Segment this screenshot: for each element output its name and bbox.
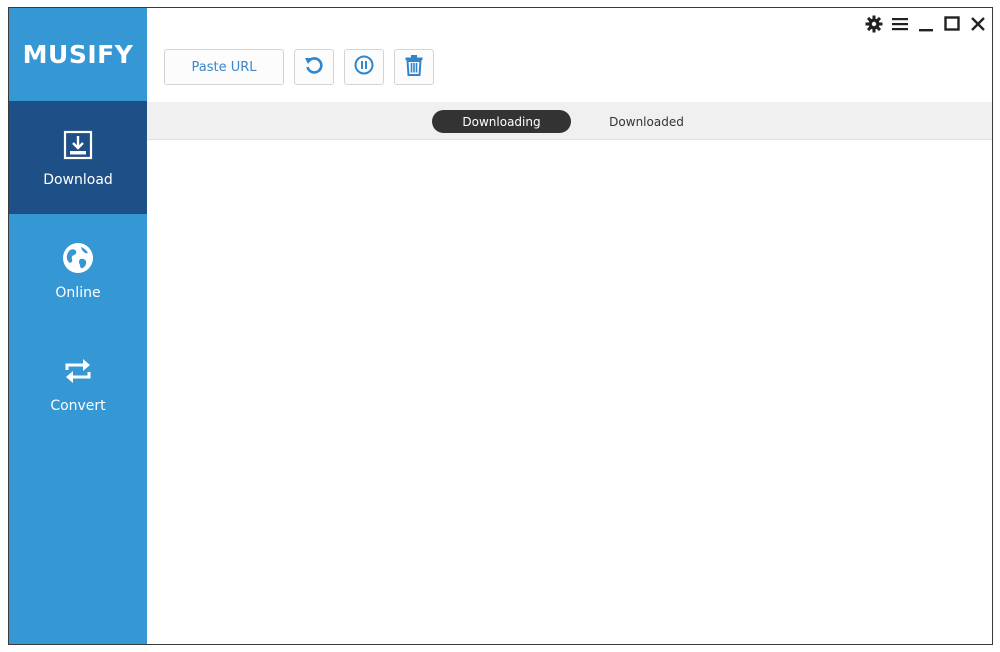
download-list-area <box>147 141 992 644</box>
delete-button[interactable] <box>394 49 434 85</box>
sidebar: MUSIFY Download Online Convert <box>9 8 147 644</box>
app-logo: MUSIFY <box>22 40 134 69</box>
gear-icon[interactable] <box>864 14 884 34</box>
refresh-icon <box>303 54 325 81</box>
sidebar-item-label: Convert <box>50 397 106 414</box>
pause-icon <box>353 54 375 81</box>
trash-icon <box>404 54 424 81</box>
sidebar-item-label: Download <box>43 171 113 188</box>
close-icon[interactable] <box>968 14 988 34</box>
convert-icon <box>61 354 95 388</box>
minimize-icon[interactable] <box>916 14 936 34</box>
download-icon <box>61 128 95 162</box>
sidebar-item-online[interactable]: Online <box>9 214 147 327</box>
refresh-button[interactable] <box>294 49 334 85</box>
window-controls <box>864 14 988 34</box>
pause-button[interactable] <box>344 49 384 85</box>
main-panel: Paste URL Downloading Downloaded <box>147 8 992 644</box>
sidebar-item-convert[interactable]: Convert <box>9 327 147 440</box>
menu-icon[interactable] <box>890 14 910 34</box>
tab-downloaded[interactable]: Downloaded <box>577 110 716 133</box>
maximize-icon[interactable] <box>942 14 962 34</box>
app-window: MUSIFY Download Online Convert Paste URL… <box>8 7 993 645</box>
tab-bar: Downloading Downloaded <box>147 102 992 140</box>
tab-downloading[interactable]: Downloading <box>432 110 571 133</box>
globe-icon <box>61 241 95 275</box>
sidebar-item-download[interactable]: Download <box>9 101 147 214</box>
sidebar-item-label: Online <box>55 284 101 301</box>
toolbar: Paste URL <box>164 49 434 85</box>
paste-url-button[interactable]: Paste URL <box>164 49 284 85</box>
